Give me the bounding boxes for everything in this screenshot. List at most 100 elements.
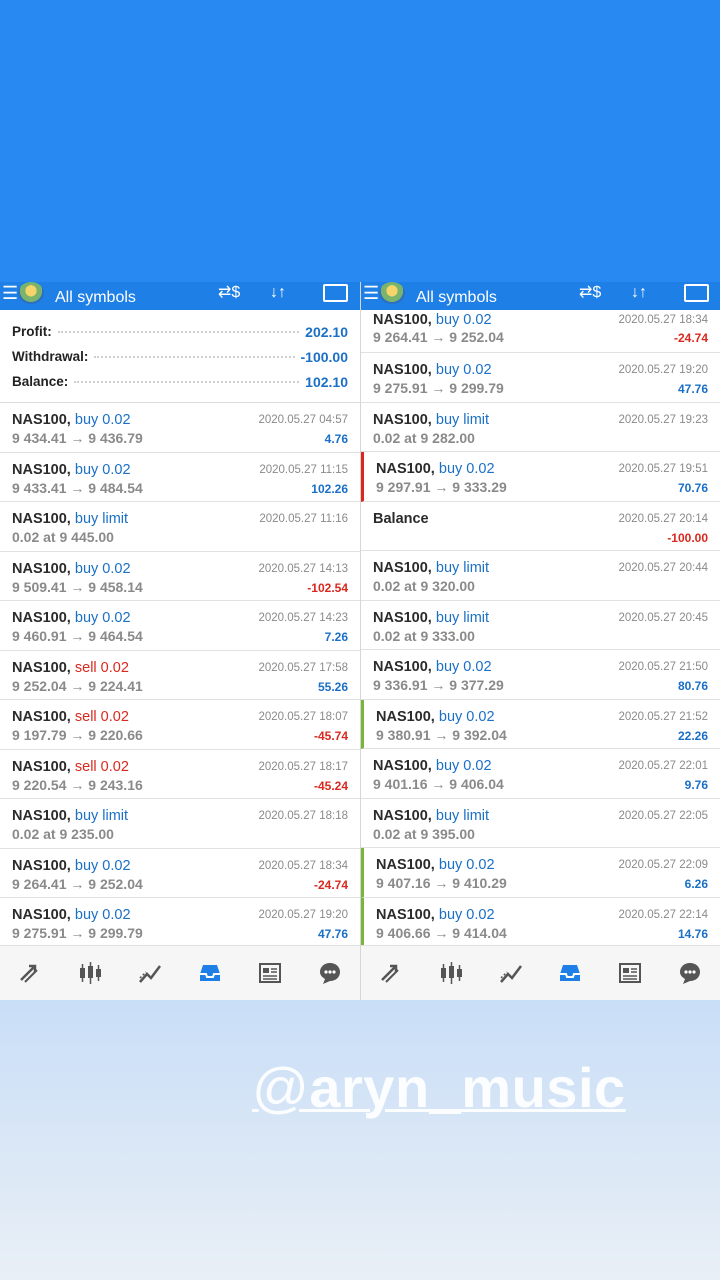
trade-prices: 0.02 at 9 395.00 [373, 825, 475, 842]
trade-time: 2020.05.27 04:57 [258, 414, 348, 426]
trade-symbol: NAS100, [373, 659, 432, 675]
trade-prices: 9 336.91 → 9 377.29 [373, 677, 504, 693]
calendar-icon[interactable] [323, 284, 348, 302]
chart-trend-icon[interactable] [497, 959, 525, 987]
trade-symbol-line: NAS100, buy limit [373, 610, 489, 626]
trade-symbol: NAS100, [12, 709, 71, 725]
trade-time: 2020.05.27 11:15 [259, 463, 348, 476]
account-logo-icon[interactable] [379, 282, 405, 304]
trade-time: 2020.05.27 14:13 [258, 562, 348, 575]
trade-profit: 6.26 [684, 877, 708, 891]
calendar-icon[interactable] [684, 284, 709, 302]
trade-prices: 9 264.41 → 9 252.04 [12, 875, 143, 892]
trade-symbol: NAS100, [376, 461, 435, 477]
trade-row[interactable]: NAS100, buy 0.02 9 509.41 → 9 458.14 2020.… [0, 552, 360, 601]
trade-type: buy limit [435, 560, 490, 576]
trade-profit: 7.26 [324, 630, 348, 644]
trade-row[interactable]: NAS100, buy limit 0.02 at 9 320.00 2020.05… [361, 551, 720, 601]
trade-type: buy limit [435, 807, 490, 824]
trade-symbol: NAS100, [373, 560, 432, 576]
candlestick-icon[interactable] [76, 959, 104, 987]
trade-row[interactable]: NAS100, buy 0.02 9 406.66 → 9 414.04 2020.… [361, 897, 720, 947]
sort-icon[interactable]: ↓↑ [631, 282, 647, 304]
trade-prices: 9 275.91 → 9 299.79 [373, 380, 504, 396]
symbols-filter-title[interactable]: All symbols [416, 289, 497, 307]
trade-type: buy 0.02 [74, 560, 131, 577]
trade-profit: 9.76 [684, 778, 708, 792]
trade-row[interactable]: NAS100, buy 0.02 9 380.91 → 9 392.04 2020.… [361, 699, 720, 749]
currency-exchange-icon[interactable]: ⇄$ [218, 282, 240, 304]
trade-time: 2020.05.27 22:01 [618, 760, 708, 772]
candlestick-icon[interactable] [437, 959, 465, 987]
dot-leader [94, 355, 295, 358]
trade-row[interactable]: NAS100, buy limit 0.02 at 9 395.00 2020.05… [361, 799, 720, 848]
trade-row[interactable]: NAS100, buy 0.02 9 433.41 → 9 484.54 2020.… [0, 453, 360, 502]
trade-symbol: NAS100, [373, 362, 432, 378]
chart-trend-icon[interactable] [136, 959, 164, 987]
watermark-handle: aryn_music [309, 1056, 626, 1119]
sort-icon[interactable]: ↓↑ [270, 282, 286, 304]
trade-row[interactable]: NAS100, buy 0.02 9 297.91 → 9 333.29 2020.… [361, 452, 720, 502]
trade-time: 2020.05.27 17:58 [258, 661, 348, 674]
account-logo-icon[interactable] [18, 282, 44, 304]
news-icon[interactable] [256, 959, 284, 987]
trade-symbol: NAS100, [12, 511, 71, 527]
trade-row[interactable]: NAS100, buy 0.02 9 336.91 → 9 377.29 2020.… [361, 650, 720, 700]
balance-row: Balance: 102.10 [12, 369, 348, 394]
trade-prices: 9 407.16 → 9 410.29 [376, 875, 507, 891]
trade-row[interactable]: NAS100, buy 0.02 9 275.91 → 9 299.79 2020.… [0, 898, 360, 948]
trade-row[interactable]: NAS100, buy limit 0.02 at 9 235.00 2020.05… [0, 799, 360, 849]
news-icon[interactable] [616, 959, 644, 987]
currency-exchange-icon[interactable]: ⇄$ [579, 282, 601, 304]
trade-type: buy 0.02 [74, 610, 131, 626]
trade-row[interactable]: NAS100, buy 0.02 9 264.41 → 9 252.04 2020.… [361, 310, 720, 353]
at-sign: @ [252, 1056, 310, 1119]
trade-symbol-line: NAS100, sell 0.02 [12, 759, 129, 775]
trade-prices: 9 220.54 → 9 243.16 [12, 776, 143, 793]
trade-prices: 9 433.41 → 9 484.54 [12, 479, 143, 496]
trade-row[interactable]: NAS100, sell 0.02 9 220.54 → 9 243.16 2020… [0, 750, 360, 799]
inbox-icon[interactable] [196, 959, 224, 987]
trade-time: 2020.05.27 11:16 [259, 513, 348, 525]
trade-row[interactable]: NAS100, buy 0.02 9 275.91 → 9 299.79 2020.… [361, 353, 720, 403]
trade-symbol-line: NAS100, buy 0.02 [376, 709, 495, 725]
history-panel-right: ☰ All symbols ⇄$ ↓↑ NAS100, buy 0.02 9 26… [360, 282, 720, 1000]
menu-icon[interactable]: ☰ [2, 284, 18, 302]
trade-row[interactable]: NAS100, sell 0.02 9 252.04 → 9 224.41 2020… [0, 651, 360, 700]
trade-type: buy 0.02 [438, 857, 495, 873]
trade-row[interactable]: NAS100, buy 0.02 9 434.41 → 9 436.79 2020.… [0, 403, 360, 453]
trade-row[interactable]: NAS100, buy 0.02 9 401.16 → 9 406.04 2020.… [361, 749, 720, 799]
trade-symbol: NAS100, [373, 312, 432, 328]
account-summary: Profit: 202.10 Withdrawal: -100.00 Balan… [0, 310, 360, 403]
trade-row[interactable]: NAS100, buy limit 0.02 at 9 333.00 2020.05… [361, 601, 720, 650]
trade-symbol-line: NAS100, buy 0.02 [12, 412, 131, 428]
menu-icon[interactable]: ☰ [363, 284, 379, 302]
trade-symbol-line: NAS100, buy limit [373, 560, 489, 576]
trade-list-left: NAS100, buy 0.02 9 434.41 → 9 436.79 2020.… [0, 403, 360, 948]
trade-symbol-line: NAS100, sell 0.02 [12, 709, 129, 725]
profit-label: Profit: [12, 324, 52, 339]
trade-arrows-icon[interactable] [377, 959, 405, 987]
trade-type: buy limit [435, 411, 490, 428]
trade-symbol: NAS100, [373, 807, 432, 824]
trade-symbol: NAS100, [12, 907, 71, 923]
trade-type: buy 0.02 [438, 906, 495, 923]
trade-row[interactable]: NAS100, buy limit 0.02 at 9 282.00 2020.05… [361, 403, 720, 452]
symbols-filter-title[interactable]: All symbols [55, 289, 136, 307]
trade-type: buy 0.02 [435, 758, 492, 774]
trade-row[interactable]: Balance 2020.05.27 20:14 -100.00 [361, 502, 720, 551]
trade-arrows-icon[interactable] [16, 959, 44, 987]
inbox-icon[interactable] [556, 959, 584, 987]
trade-row[interactable]: NAS100, buy 0.02 9 460.91 → 9 464.54 2020.… [0, 601, 360, 651]
trade-profit: 14.76 [677, 926, 708, 941]
chat-icon[interactable] [316, 959, 344, 987]
profit-value: 202.10 [305, 323, 348, 340]
trade-time: 2020.05.27 18:34 [618, 314, 708, 326]
trade-row[interactable]: NAS100, buy 0.02 9 407.16 → 9 410.29 2020.… [361, 848, 720, 898]
trade-row[interactable]: NAS100, buy limit 0.02 at 9 445.00 2020.05… [0, 502, 360, 552]
trade-row[interactable]: NAS100, buy 0.02 9 264.41 → 9 252.04 2020.… [0, 849, 360, 898]
trade-row[interactable]: NAS100, sell 0.02 9 197.79 → 9 220.66 2020… [0, 700, 360, 750]
trade-type: buy 0.02 [74, 461, 131, 478]
trade-symbol-line: NAS100, buy 0.02 [376, 857, 495, 873]
chat-icon[interactable] [676, 959, 704, 987]
